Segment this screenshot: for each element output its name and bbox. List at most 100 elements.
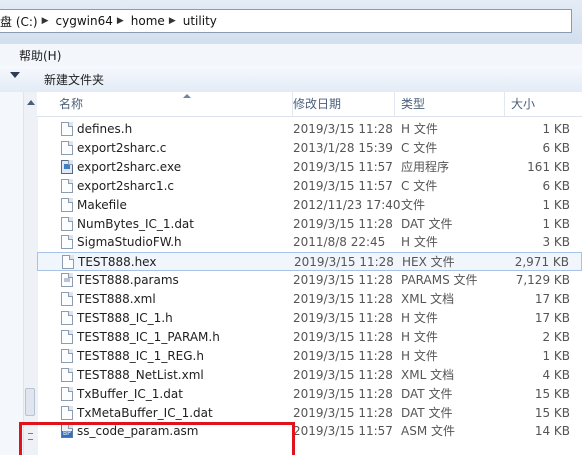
- file-name: SigmaStudioFW.h: [77, 235, 182, 250]
- file-size: 6 KB: [542, 140, 570, 155]
- file-size: 1 KB: [542, 122, 570, 136]
- file-name: TEST888_IC_1_REG.h: [77, 348, 204, 363]
- file-row[interactable]: TEST888.params 2019/3/15 11:28 PARAMS 文件 7,…: [37, 271, 582, 290]
- file-type: DAT 文件: [401, 386, 453, 401]
- text-file-icon: [61, 235, 73, 250]
- text-file-icon: [61, 292, 73, 307]
- file-name: TEST888_IC_1_PARAM.h: [77, 329, 220, 344]
- file-type: HEX 文件: [402, 255, 455, 270]
- text-file-icon: [61, 405, 73, 420]
- nav-scrollbar-thumb[interactable]: [25, 388, 35, 416]
- file-size: 15 KB: [534, 405, 570, 420]
- file-row[interactable]: TEST888_IC_1_PARAM.h 2019/3/15 11:28 H 文件 2…: [37, 328, 582, 347]
- file-modified-date: 2019/3/15 11:28: [293, 329, 393, 344]
- breadcrumb-utility[interactable]: utility: [183, 10, 217, 32]
- address-breadcrumb[interactable]: 盘 (C:) ▶ cygwin64 ▶ home ▶ utility: [0, 9, 572, 33]
- breadcrumb-drive-label: 盘 (C:): [0, 14, 38, 29]
- text-file-icon: [61, 122, 73, 136]
- file-row[interactable]: export2sharc.c 2013/1/28 15:39 C 文件 6 KB: [37, 139, 582, 158]
- new-folder-button[interactable]: 新建文件夹: [44, 71, 104, 88]
- breadcrumb-utility-label: utility: [182, 14, 217, 28]
- menu-help[interactable]: 帮助(H): [0, 47, 69, 64]
- file-row[interactable]: TEST888_IC_1_REG.h 2019/3/15 11:28 H 文件 1 K…: [37, 347, 582, 366]
- file-row[interactable]: SigmaStudioFW.h 2011/8/8 22:45 H 文件 3 KB: [37, 233, 582, 252]
- file-row[interactable]: export2sharc.exe 2019/3/15 11:57 应用程序 161 K…: [37, 158, 582, 177]
- column-date-label: 修改日期: [293, 97, 342, 111]
- file-modified-date: 2013/1/28 15:39: [293, 140, 393, 155]
- command-toolbar: 新建文件夹: [0, 66, 582, 93]
- chevron-right-icon[interactable]: ▶: [165, 16, 183, 26]
- chevron-right-icon[interactable]: ▶: [113, 16, 131, 26]
- text-file-icon: [61, 386, 73, 401]
- file-modified-date: 2019/3/15 11:28: [293, 273, 393, 288]
- file-size: 1 KB: [542, 216, 570, 231]
- column-name-label: 名称: [59, 97, 84, 111]
- file-name: TEST888_NetList.xml: [77, 367, 204, 382]
- file-type: 应用程序: [401, 159, 450, 174]
- scroll-up-arrow-icon[interactable]: [27, 100, 35, 105]
- file-name: TEST888.params: [77, 273, 179, 288]
- file-list-header: 名称 修改日期 类型 大小: [37, 92, 582, 117]
- breadcrumb-cygwin64-label: cygwin64: [55, 14, 113, 28]
- organize-dropdown-icon[interactable]: [10, 72, 20, 78]
- column-header-date[interactable]: 修改日期: [287, 92, 395, 116]
- file-row[interactable]: TxMetaBuffer_IC_1.dat 2019/3/15 11:28 DAT …: [37, 404, 582, 423]
- file-row[interactable]: TEST888_NetList.xml 2019/3/15 11:28 XML 文档…: [37, 366, 582, 385]
- file-modified-date: 2019/3/15 11:28: [293, 216, 393, 231]
- menu-bar: 帮助(H): [0, 44, 582, 67]
- file-row[interactable]: TEST888.xml 2019/3/15 11:28 XML 文档 17 KB: [37, 290, 582, 309]
- file-row[interactable]: Makefile 2012/11/23 17:40 文件 1 KB: [37, 196, 582, 215]
- file-type: PARAMS 文件: [401, 273, 478, 288]
- highlight-annotation-box: [19, 422, 295, 455]
- text-file-icon: [61, 329, 73, 344]
- text-file-icon: [61, 348, 73, 363]
- file-row[interactable]: TEST888_IC_1.h 2019/3/15 11:28 H 文件 17 KB: [37, 309, 582, 328]
- text-file-icon: [61, 197, 73, 212]
- file-type: H 文件: [401, 348, 438, 363]
- file-type: XML 文档: [401, 367, 455, 382]
- exe-file-icon: [61, 159, 73, 174]
- file-size: 17 KB: [534, 311, 570, 325]
- file-type: H 文件: [401, 329, 438, 344]
- column-header-type[interactable]: 类型: [395, 92, 505, 116]
- file-size: 1 KB: [542, 197, 570, 212]
- file-size: 17 KB: [534, 292, 570, 307]
- address-bar-region: 盘 (C:) ▶ cygwin64 ▶ home ▶ utility: [0, 0, 582, 44]
- file-modified-date: 2019/3/15 11:57: [293, 159, 393, 174]
- file-modified-date: 2019/3/15 11:28: [293, 386, 393, 401]
- file-name: TxMetaBuffer_IC_1.dat: [77, 405, 213, 420]
- file-size: 15 KB: [534, 386, 570, 401]
- column-header-size[interactable]: 大小: [505, 92, 582, 116]
- file-type: 文件: [401, 197, 426, 212]
- file-name: TEST888.hex: [78, 255, 157, 270]
- file-name: NumBytes_IC_1.dat: [77, 216, 194, 231]
- file-type: DAT 文件: [401, 216, 453, 231]
- file-type: H 文件: [401, 311, 438, 325]
- file-size: 2 KB: [542, 329, 570, 344]
- file-name: defines.h: [77, 122, 133, 136]
- file-row[interactable]: NumBytes_IC_1.dat 2019/3/15 11:28 DAT 文件 1 …: [37, 215, 582, 234]
- text-file-icon: [61, 311, 73, 325]
- file-modified-date: 2019/3/15 11:57: [293, 424, 393, 439]
- file-row[interactable]: TxBuffer_IC_1.dat 2019/3/15 11:28 DAT 文件 15…: [37, 385, 582, 404]
- breadcrumb-drive[interactable]: 盘 (C:) ▶: [0, 10, 56, 32]
- column-type-label: 类型: [401, 97, 426, 111]
- chevron-right-icon[interactable]: ▶: [38, 16, 56, 26]
- file-size: 2,971 KB: [514, 255, 569, 270]
- column-header-name[interactable]: 名称: [53, 92, 293, 116]
- file-name: export2sharc1.c: [77, 178, 175, 193]
- file-row[interactable]: defines.h 2019/3/15 11:28 H 文件 1 KB: [37, 120, 582, 139]
- file-size: 7,129 KB: [515, 273, 570, 288]
- file-size: 161 KB: [527, 159, 570, 174]
- file-modified-date: 2019/3/15 11:57: [293, 178, 393, 193]
- file-row[interactable]: TEST888.hex 2019/3/15 11:28 HEX 文件 2,971 KB: [37, 252, 582, 272]
- file-name: TxBuffer_IC_1.dat: [77, 386, 183, 401]
- file-name: export2sharc.exe: [77, 159, 182, 174]
- file-row[interactable]: export2sharc1.c 2019/3/15 11:57 C 文件 6 KB: [37, 177, 582, 196]
- file-size: 3 KB: [542, 235, 570, 250]
- file-type: H 文件: [401, 235, 438, 250]
- breadcrumb-home[interactable]: home ▶: [131, 10, 183, 32]
- text-file-icon: [61, 367, 73, 382]
- breadcrumb-cygwin64[interactable]: cygwin64 ▶: [56, 10, 131, 32]
- file-name: TEST888.xml: [77, 292, 156, 307]
